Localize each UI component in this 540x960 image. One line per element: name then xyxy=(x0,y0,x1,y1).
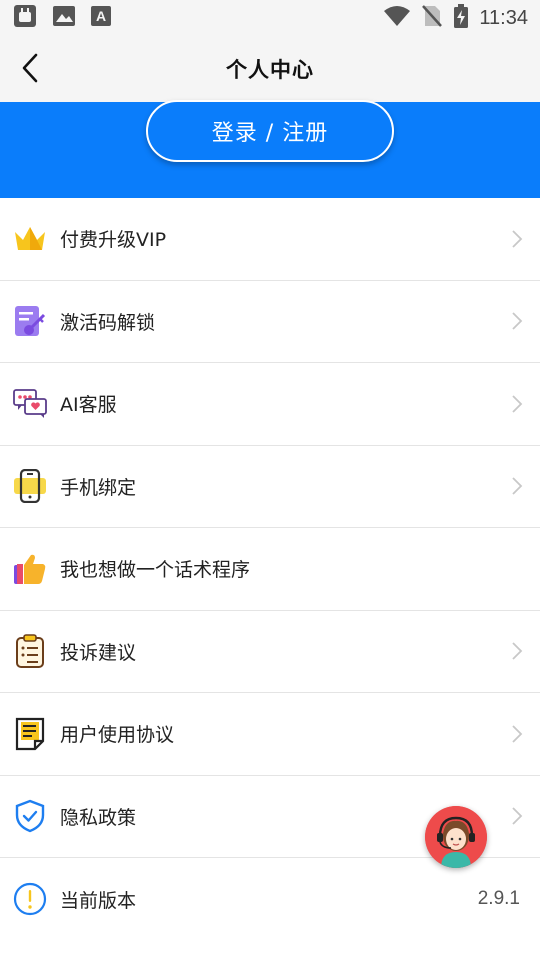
phone-icon xyxy=(13,469,47,504)
chevron-right-icon xyxy=(512,312,523,330)
battery-charging-icon xyxy=(453,4,469,32)
menu-item-ai-service[interactable]: AI客服 xyxy=(0,363,540,446)
login-register-label: 登录 / 注册 xyxy=(211,121,329,146)
menu-item-label: 付费升级VIP xyxy=(60,229,167,252)
chevron-right-icon xyxy=(512,477,523,495)
exclamation-circle-icon xyxy=(13,882,47,916)
version-value: 2.9.1 xyxy=(477,888,520,910)
menu-item-label: 手机绑定 xyxy=(60,476,137,499)
menu-item-make-program[interactable]: 我也想做一个话术程序 xyxy=(0,528,540,611)
chevron-right-icon xyxy=(512,725,523,743)
menu-item-complaint[interactable]: 投诉建议 xyxy=(0,611,540,693)
system-status: 11:34 xyxy=(383,4,528,32)
chevron-right-icon xyxy=(512,807,523,825)
menu-item-label: 隐私政策 xyxy=(60,806,137,829)
activation-code-icon xyxy=(13,304,47,338)
thumbs-up-icon xyxy=(13,552,47,586)
document-icon xyxy=(13,717,47,751)
menu-item-user-agreement[interactable]: 用户使用协议 xyxy=(0,693,540,776)
chat-bubbles-icon xyxy=(13,387,47,421)
wifi-icon xyxy=(383,5,411,31)
login-register-button[interactable]: 登录 / 注册 xyxy=(146,100,394,162)
menu-item-phone-binding[interactable]: 手机绑定 xyxy=(0,446,540,528)
menu-item-activation-code[interactable]: 激活码解锁 xyxy=(0,281,540,363)
menu-item-label: 用户使用协议 xyxy=(60,724,175,747)
notification-icons: A xyxy=(12,3,112,33)
android-robot-icon xyxy=(12,3,38,33)
menu-item-label: 我也想做一个话术程序 xyxy=(60,559,251,582)
font-a-icon: A xyxy=(90,5,112,31)
shield-check-icon xyxy=(13,799,47,833)
chevron-right-icon xyxy=(512,395,523,413)
page-title: 个人中心 xyxy=(226,58,314,82)
menu-item-current-version: 当前版本 2.9.1 xyxy=(0,858,540,941)
app-header: 个人中心 xyxy=(0,36,540,102)
chevron-right-icon xyxy=(512,230,523,248)
image-icon xyxy=(52,5,76,31)
no-sim-icon xyxy=(421,4,443,32)
chevron-left-icon xyxy=(22,53,38,83)
menu-item-label: AI客服 xyxy=(60,394,117,417)
chevron-right-icon xyxy=(512,642,523,660)
crown-icon xyxy=(13,222,47,256)
customer-service-float-button[interactable] xyxy=(425,806,487,868)
svg-text:A: A xyxy=(96,8,106,24)
customer-service-avatar-icon xyxy=(425,806,487,868)
menu-item-label: 激活码解锁 xyxy=(60,311,156,334)
menu-item-vip[interactable]: 付费升级VIP xyxy=(0,198,540,281)
menu-item-label: 当前版本 xyxy=(60,889,137,912)
status-time: 11:34 xyxy=(479,6,528,29)
status-bar: A 11:34 xyxy=(0,0,540,36)
menu-item-label: 投诉建议 xyxy=(60,641,137,664)
back-button[interactable] xyxy=(12,50,48,86)
clipboard-icon xyxy=(13,634,47,669)
